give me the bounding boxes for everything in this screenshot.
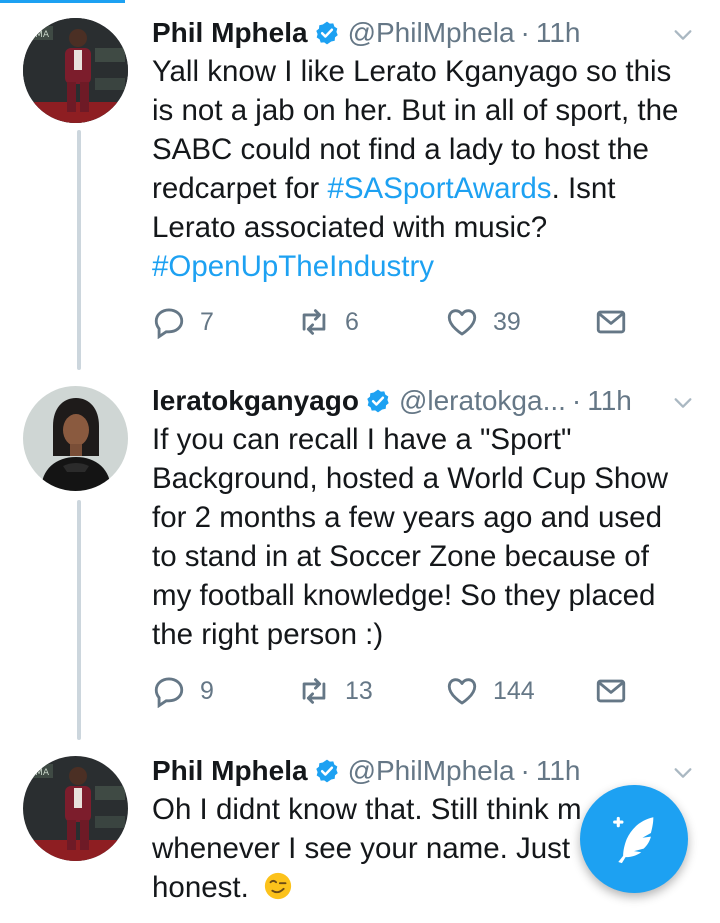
avatar[interactable] xyxy=(23,386,128,491)
timestamp: 11h xyxy=(535,755,581,786)
avatar[interactable]: AMA xyxy=(23,756,128,861)
avatar[interactable]: AMA xyxy=(23,18,128,123)
display-name[interactable]: leratokganyago xyxy=(152,385,359,417)
reply-icon xyxy=(154,677,184,708)
person-red-carpet-photo: AMA xyxy=(23,18,128,123)
user-handle[interactable]: @leratokga... xyxy=(399,385,566,417)
person-red-carpet-photo: AMA xyxy=(23,756,128,861)
retweet-count: 6 xyxy=(345,307,359,336)
tab-indicator xyxy=(0,0,125,3)
tweet-text-segment: SABC could not find a lady to host the xyxy=(152,133,649,166)
tweet-text-segment: honest. xyxy=(152,871,257,904)
tweet-header: Phil Mphela @PhilMphela · 11h xyxy=(152,12,581,54)
tweet-text: If you can recall I have a "Sport" Backgr… xyxy=(152,420,692,654)
retweet-button[interactable]: 6 xyxy=(297,302,359,342)
retweet-button[interactable]: 13 xyxy=(297,671,373,711)
svg-text:AMA: AMA xyxy=(29,30,50,40)
retweet-icon xyxy=(302,309,326,335)
heart-icon xyxy=(447,678,477,705)
like-button[interactable]: 144 xyxy=(445,671,535,711)
top-bar xyxy=(0,0,720,6)
reply-count: 7 xyxy=(200,307,214,336)
winking-smirk-emoji xyxy=(264,872,292,900)
tweet-text-segment: to stand in at Soccer Zone because of xyxy=(152,540,649,573)
chevron-down-icon[interactable] xyxy=(672,24,694,46)
reply-icon xyxy=(154,308,184,339)
hashtag-link[interactable]: #OpenUpTheIndustry xyxy=(152,250,434,283)
compose-tweet-button[interactable] xyxy=(580,785,688,893)
tweet-header: leratokganyago @leratokga... · 11h xyxy=(152,380,632,422)
like-count: 144 xyxy=(493,676,535,705)
verified-badge-icon xyxy=(315,759,338,783)
tweet-text-segment: Oh I didnt know that. Still think m xyxy=(152,793,582,826)
separator-dot: · xyxy=(520,755,530,786)
tweet-text-segment: Background, hosted a World Cup Show xyxy=(152,462,669,495)
reply-button[interactable]: 7 xyxy=(152,302,214,342)
tweet-actions: 9 13 144 xyxy=(152,671,632,711)
direct-message-button[interactable] xyxy=(594,302,642,342)
timestamp: 11h xyxy=(587,385,632,416)
like-count: 39 xyxy=(493,307,521,336)
tweet-header: Phil Mphela @PhilMphela · 11h xyxy=(152,750,581,792)
heart-icon xyxy=(447,309,477,336)
retweet-count: 13 xyxy=(345,676,373,705)
reply-count: 9 xyxy=(200,676,214,705)
hashtag-link[interactable]: #SASportAwards xyxy=(327,172,551,205)
user-handle[interactable]: @PhilMphela xyxy=(348,755,515,787)
separator-dot: · xyxy=(571,385,582,416)
tweet-text-segment: Yall know I like Lerato Kganyago so this xyxy=(152,55,672,88)
envelope-icon xyxy=(596,679,626,703)
tweet-text-segment: . Isnt xyxy=(551,172,616,205)
chevron-down-icon[interactable] xyxy=(672,762,694,784)
display-name[interactable]: Phil Mphela xyxy=(152,17,308,49)
display-name[interactable]: Phil Mphela xyxy=(152,755,308,787)
svg-text:AMA: AMA xyxy=(29,768,50,778)
chevron-down-icon[interactable] xyxy=(672,392,694,414)
thread-line xyxy=(77,500,81,740)
tweet-text-segment: my football knowledge! So they placed xyxy=(152,579,656,612)
retweet-icon xyxy=(302,678,326,704)
compose-tweet-icon xyxy=(613,816,654,864)
reply-button[interactable]: 9 xyxy=(152,671,214,711)
timestamp: 11h xyxy=(535,17,581,48)
like-button[interactable]: 39 xyxy=(445,302,521,342)
envelope-icon xyxy=(596,310,626,334)
tweet-text-segment: the right person :) xyxy=(152,618,384,651)
tweet-text-segment: for 2 months a few years ago and used xyxy=(152,501,662,534)
tweet-actions: 7 6 39 xyxy=(152,302,632,342)
tweet-text: Yall know I like Lerato Kganyago so this… xyxy=(152,52,692,286)
thread-line xyxy=(77,130,81,370)
tweet-text-segment: redcarpet for xyxy=(152,172,328,205)
tweet-text-segment: is not a jab on her. But in all of sport… xyxy=(152,94,679,127)
direct-message-button[interactable] xyxy=(594,671,642,711)
tweet-text-segment: whenever I see your name. Just xyxy=(152,832,571,865)
woman-portrait-photo xyxy=(23,386,128,491)
verified-badge-icon xyxy=(315,21,338,45)
user-handle[interactable]: @PhilMphela xyxy=(348,17,515,49)
tweet-text-segment: Lerato associated with music? xyxy=(152,211,548,244)
verified-badge-icon xyxy=(367,389,389,413)
tweet-text-segment: If you can recall I have a "Sport" xyxy=(152,423,572,456)
separator-dot: · xyxy=(520,17,530,48)
